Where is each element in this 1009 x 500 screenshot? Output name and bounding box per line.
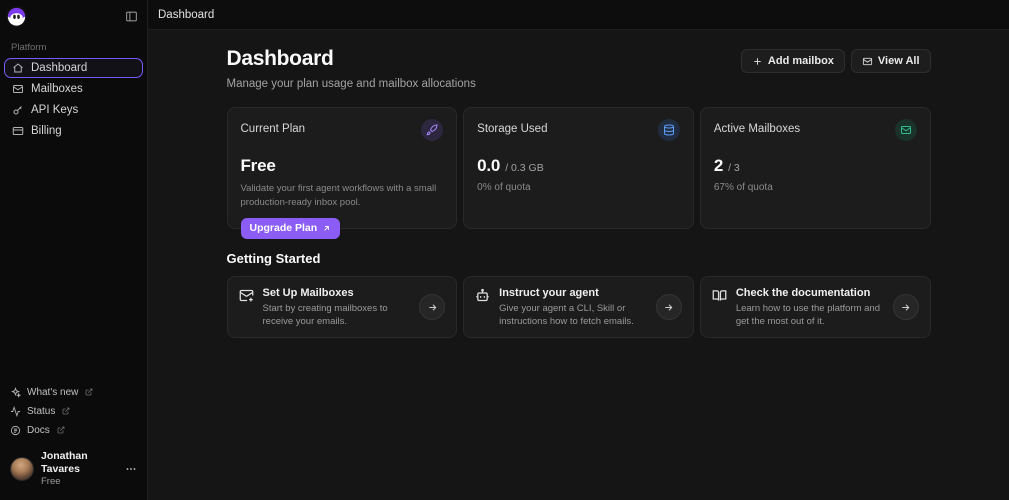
sidebar-footer: What's new Status Docs Jonathan Tavares …: [0, 379, 147, 500]
getting-started-title: Getting Started: [227, 251, 931, 266]
external-link-icon: [57, 426, 65, 434]
whats-new-label: What's new: [27, 387, 78, 398]
storage-quota: / 0.3 GB: [505, 162, 544, 174]
instruct-agent-card[interactable]: Instruct your agent Give your agent a CL…: [463, 276, 694, 338]
key-icon: [12, 104, 24, 116]
avatar: [10, 457, 34, 481]
mail-icon: [12, 83, 24, 95]
app-logo-icon[interactable]: [5, 5, 28, 28]
user-menu-row[interactable]: Jonathan Tavares Free: [7, 440, 140, 494]
topbar: Dashboard: [148, 0, 1009, 30]
view-all-button[interactable]: View All: [851, 49, 931, 73]
mailboxes-value: 2: [714, 156, 723, 176]
view-all-label: View All: [878, 55, 920, 67]
external-link-icon: [62, 407, 70, 415]
ellipsis-icon[interactable]: [125, 463, 137, 475]
content: Dashboard Manage your plan usage and mai…: [227, 30, 931, 338]
breadcrumb: Dashboard: [158, 9, 214, 21]
docs-label: Docs: [27, 425, 50, 436]
active-mailboxes-label: Active Mailboxes: [714, 119, 800, 135]
sidebar-item-mailboxes[interactable]: Mailboxes: [4, 79, 143, 99]
page-title: Dashboard: [227, 47, 476, 71]
external-link-icon: [85, 388, 93, 396]
status-label: Status: [27, 406, 55, 417]
sidebar-item-label: Dashboard: [31, 62, 87, 74]
sparkles-icon: [10, 387, 21, 398]
app-root: Platform Dashboard Mailboxes API Keys Bi…: [0, 0, 1009, 500]
getting-started-grid: Set Up Mailboxes Start by creating mailb…: [227, 276, 931, 338]
user-meta: Jonathan Tavares Free: [41, 450, 118, 488]
home-icon: [12, 62, 24, 74]
sidebar-item-dashboard[interactable]: Dashboard: [4, 58, 143, 78]
status-link[interactable]: Status: [7, 402, 140, 421]
arrow-right-icon[interactable]: [656, 294, 682, 320]
add-mailbox-button[interactable]: Add mailbox: [741, 49, 845, 73]
check-documentation-description: Learn how to use the platform and get th…: [736, 302, 884, 329]
docs-link[interactable]: Docs: [7, 421, 140, 440]
instruct-agent-text: Instruct your agent Give your agent a CL…: [499, 287, 647, 327]
sidebar-item-label: Billing: [31, 125, 62, 137]
sidebar-item-label: Mailboxes: [31, 83, 83, 95]
setup-mailboxes-card[interactable]: Set Up Mailboxes Start by creating mailb…: [227, 276, 458, 338]
storage-used-label: Storage Used: [477, 119, 547, 135]
arrow-up-right-icon: [322, 224, 331, 233]
current-plan-value: Free: [241, 156, 276, 176]
page-header: Dashboard Manage your plan usage and mai…: [227, 47, 931, 90]
book-open-icon: [712, 288, 727, 327]
plus-icon: [752, 56, 763, 67]
sidebar-section-label: Platform: [0, 30, 147, 58]
instruct-agent-title: Instruct your agent: [499, 287, 647, 299]
mailboxes-percent: 67% of quota: [714, 182, 917, 193]
bot-icon: [475, 288, 490, 327]
current-plan-label: Current Plan: [241, 119, 306, 135]
sidebar-toggle-icon[interactable]: [125, 10, 138, 23]
current-plan-card: Current Plan Free Validate your first ag…: [227, 107, 458, 229]
sidebar-item-api-keys[interactable]: API Keys: [4, 100, 143, 120]
sidebar-nav: Dashboard Mailboxes API Keys Billing: [0, 58, 147, 142]
sidebar: Platform Dashboard Mailboxes API Keys Bi…: [0, 0, 148, 500]
page-heading-block: Dashboard Manage your plan usage and mai…: [227, 47, 476, 90]
setup-mailboxes-description: Start by creating mailboxes to receive y…: [263, 302, 411, 329]
arrow-right-icon[interactable]: [419, 294, 445, 320]
add-mailbox-label: Add mailbox: [768, 55, 834, 67]
sidebar-item-billing[interactable]: Billing: [4, 121, 143, 141]
setup-mailboxes-text: Set Up Mailboxes Start by creating mailb…: [263, 287, 411, 327]
storage-value: 0.0: [477, 156, 500, 176]
user-name: Jonathan Tavares: [41, 450, 118, 476]
mail-icon: [862, 56, 873, 67]
mail-icon: [895, 119, 917, 141]
check-documentation-title: Check the documentation: [736, 287, 884, 299]
current-plan-description: Validate your first agent workflows with…: [241, 182, 444, 210]
page-subtitle: Manage your plan usage and mailbox alloc…: [227, 78, 476, 90]
upgrade-plan-button[interactable]: Upgrade Plan: [241, 218, 341, 239]
credit-card-icon: [12, 125, 24, 137]
activity-icon: [10, 406, 21, 417]
rocket-icon: [421, 119, 443, 141]
active-mailboxes-card: Active Mailboxes 2 / 3 67% of quota: [700, 107, 931, 229]
user-plan-badge: Free: [41, 476, 118, 488]
upgrade-plan-label: Upgrade Plan: [250, 222, 318, 234]
mailboxes-quota: / 3: [728, 162, 740, 174]
stats-grid: Current Plan Free Validate your first ag…: [227, 107, 931, 229]
database-icon: [658, 119, 680, 141]
storage-used-card: Storage Used 0.0 / 0.3 GB 0% of quota: [463, 107, 694, 229]
sidebar-header: [0, 0, 147, 30]
docs-icon: [10, 425, 21, 436]
header-actions: Add mailbox View All: [741, 49, 931, 73]
instruct-agent-description: Give your agent a CLI, Skill or instruct…: [499, 302, 647, 329]
sidebar-item-label: API Keys: [31, 104, 78, 116]
check-documentation-card[interactable]: Check the documentation Learn how to use…: [700, 276, 931, 338]
storage-percent: 0% of quota: [477, 182, 680, 193]
arrow-right-icon[interactable]: [893, 294, 919, 320]
check-documentation-text: Check the documentation Learn how to use…: [736, 287, 884, 327]
setup-mailboxes-title: Set Up Mailboxes: [263, 287, 411, 299]
whats-new-link[interactable]: What's new: [7, 383, 140, 402]
main-area: Dashboard Dashboard Manage your plan usa…: [148, 0, 1009, 500]
mail-plus-icon: [239, 288, 254, 327]
